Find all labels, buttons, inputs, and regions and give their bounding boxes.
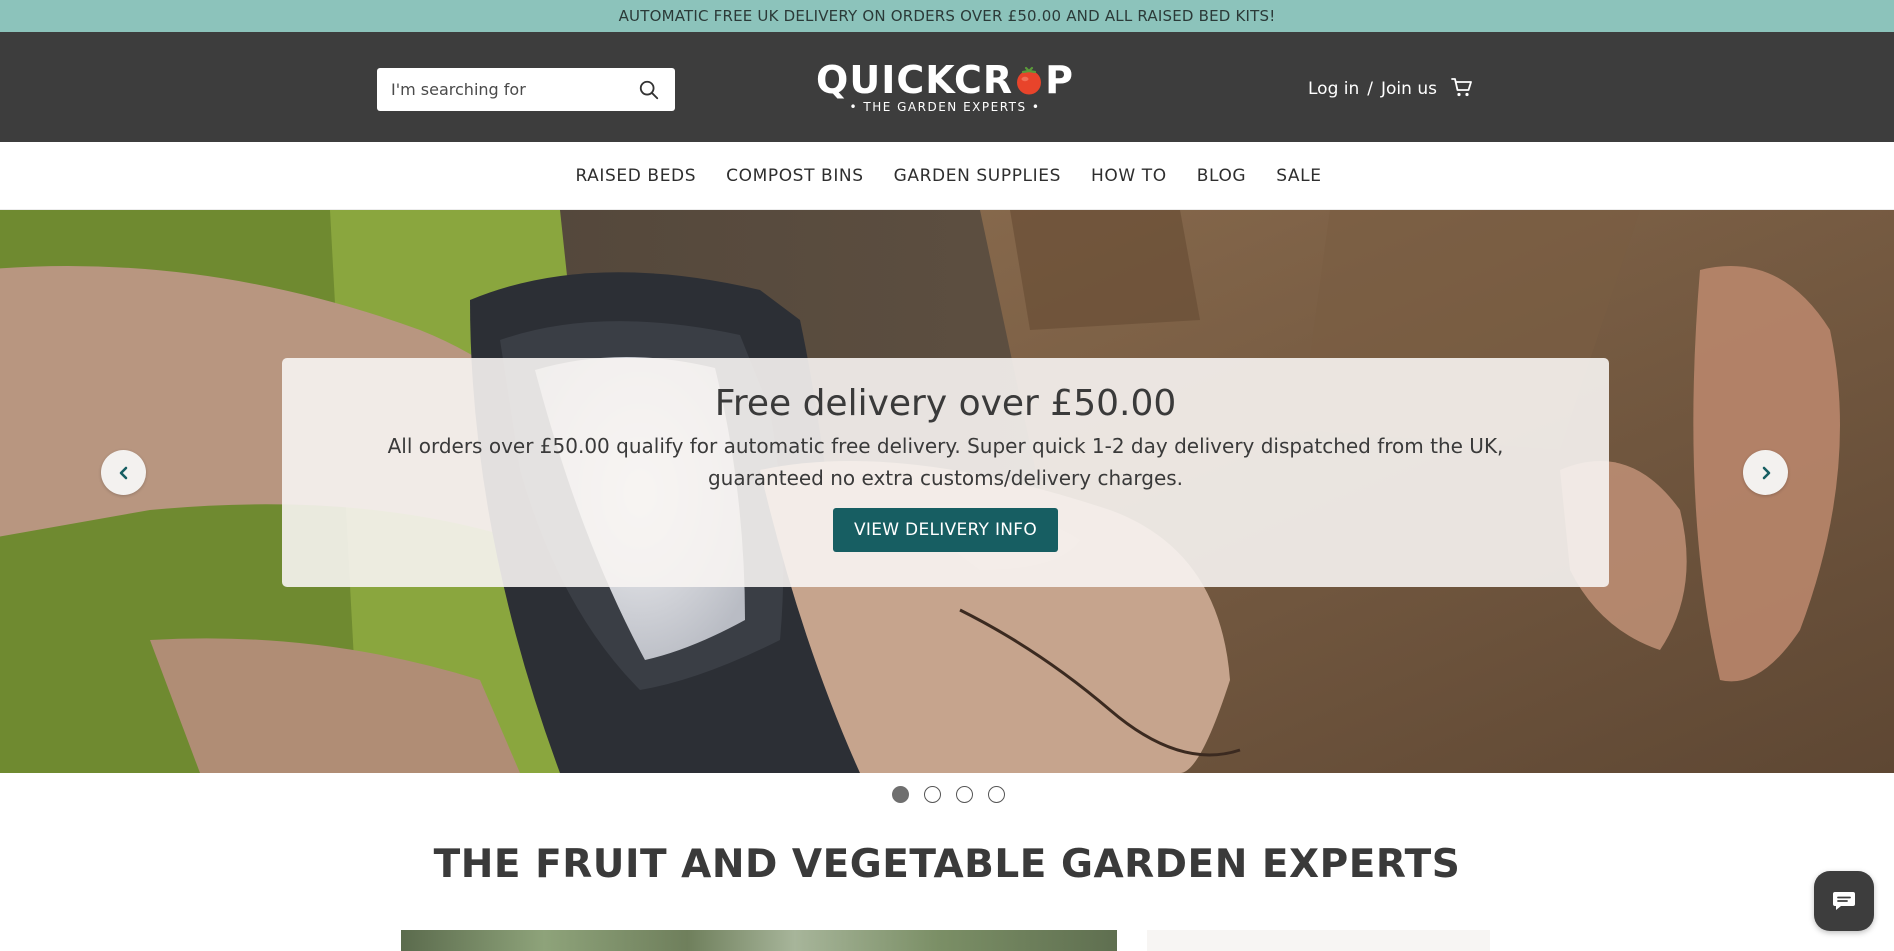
- login-link[interactable]: Log in: [1308, 79, 1359, 99]
- slider-pagination: [0, 786, 1894, 804]
- hero-slider: Free delivery over £50.00 All orders ove…: [0, 210, 1894, 773]
- search-icon: [639, 80, 659, 99]
- nav-item-garden-supplies[interactable]: GARDEN SUPPLIES: [894, 166, 1061, 186]
- account-separator: /: [1367, 79, 1373, 99]
- nav-item-how-to[interactable]: HOW TO: [1091, 166, 1167, 186]
- search-input[interactable]: [391, 80, 637, 99]
- account-links: Log in / Join us: [1308, 76, 1437, 102]
- site-header: QUICKCR P • THE GARDEN EXPERTS • Log in …: [0, 32, 1894, 142]
- hero-description: All orders over £50.00 qualify for autom…: [387, 434, 1504, 490]
- nav-item-sale[interactable]: SALE: [1276, 166, 1321, 186]
- search-box: [377, 68, 675, 111]
- logo-word-left: QUICKCR: [816, 58, 1014, 102]
- nav-item-raised-beds[interactable]: RAISED BEDS: [575, 166, 696, 186]
- chat-icon: [1833, 892, 1855, 910]
- slider-dot-3[interactable]: [956, 786, 973, 803]
- slider-next-button[interactable]: [1743, 450, 1788, 495]
- nav-item-compost-bins[interactable]: COMPOST BINS: [726, 166, 864, 186]
- join-link[interactable]: Join us: [1381, 79, 1437, 99]
- feature-image: [401, 930, 1117, 951]
- announcement-text: AUTOMATIC FREE UK DELIVERY ON ORDERS OVE…: [618, 7, 1276, 25]
- tomato-icon: [1017, 66, 1042, 95]
- logo-tagline: • THE GARDEN EXPERTS •: [849, 100, 1041, 114]
- slider-dot-2[interactable]: [924, 786, 941, 803]
- site-logo[interactable]: QUICKCR P • THE GARDEN EXPERTS •: [816, 60, 1073, 116]
- view-delivery-info-button[interactable]: VIEW DELIVERY INFO: [833, 508, 1058, 552]
- chevron-right-icon: [1762, 466, 1770, 479]
- announcement-bar: AUTOMATIC FREE UK DELIVERY ON ORDERS OVE…: [0, 0, 1894, 32]
- nav-item-blog[interactable]: BLOG: [1197, 166, 1246, 186]
- logo-wordmark: QUICKCR P: [816, 60, 1074, 100]
- feature-card: [1147, 930, 1490, 951]
- slider-dot-1[interactable]: [892, 786, 909, 803]
- chevron-left-icon: [119, 466, 127, 479]
- logo-word-right: P: [1045, 58, 1074, 102]
- search-button[interactable]: [637, 78, 661, 102]
- hero-caption-card: Free delivery over £50.00 All orders ove…: [282, 358, 1609, 587]
- main-nav: RAISED BEDS COMPOST BINS GARDEN SUPPLIES…: [0, 142, 1894, 210]
- cart-icon: [1451, 78, 1472, 97]
- slider-prev-button[interactable]: [101, 450, 146, 495]
- section-heading: THE FRUIT AND VEGETABLE GARDEN EXPERTS: [433, 842, 1461, 887]
- chat-button[interactable]: [1814, 871, 1874, 931]
- cart-button[interactable]: [1450, 75, 1474, 99]
- slider-dot-4[interactable]: [988, 786, 1005, 803]
- hero-title: Free delivery over £50.00: [714, 383, 1177, 424]
